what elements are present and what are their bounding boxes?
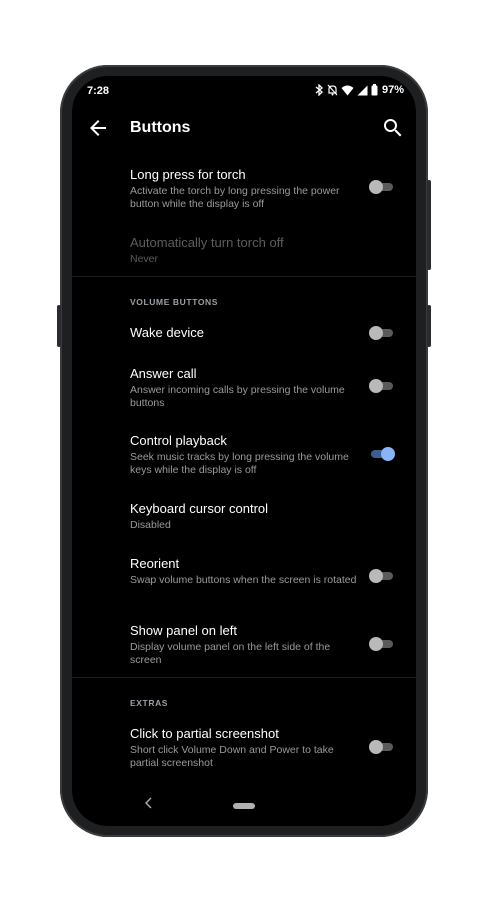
setting-title: Show panel on left bbox=[130, 623, 237, 638]
section-header-extras: EXTRAS bbox=[130, 698, 169, 708]
arrow-back-icon[interactable] bbox=[86, 116, 110, 140]
partial-screenshot-toggle[interactable] bbox=[369, 740, 395, 754]
side-button-left bbox=[57, 305, 61, 347]
setting-control-playback[interactable]: Control playback Seek music tracks by lo… bbox=[130, 433, 400, 477]
screen: 7:28 97% Buttons Long press for torch Ac… bbox=[72, 76, 416, 826]
side-button-right-upper bbox=[427, 180, 431, 270]
app-bar: Buttons bbox=[72, 110, 416, 146]
battery-percent: 97% bbox=[381, 84, 404, 96]
setting-title: Click to partial screenshot bbox=[130, 726, 279, 741]
panel-left-toggle[interactable] bbox=[369, 637, 395, 651]
setting-title: Keyboard cursor control bbox=[130, 501, 269, 516]
setting-title: Long press for torch bbox=[130, 167, 246, 182]
status-icons: 97% bbox=[314, 84, 404, 96]
setting-title: Automatically turn torch off bbox=[130, 235, 284, 250]
battery-icon bbox=[371, 84, 378, 96]
nav-back-icon[interactable] bbox=[142, 796, 156, 810]
section-header-volume-buttons: VOLUME BUTTONS bbox=[130, 297, 219, 307]
switch-thumb bbox=[369, 740, 383, 754]
divider bbox=[72, 276, 416, 277]
setting-summary: Seek music tracks by long pressing the v… bbox=[130, 451, 349, 476]
navigation-bar bbox=[72, 786, 416, 826]
search-icon[interactable] bbox=[381, 116, 405, 140]
setting-summary: Answer incoming calls by pressing the vo… bbox=[130, 384, 345, 409]
setting-auto-torch-off: Automatically turn torch off Never bbox=[130, 235, 400, 266]
switch-thumb bbox=[369, 637, 383, 651]
setting-reorient[interactable]: Reorient Swap volume buttons when the sc… bbox=[130, 556, 400, 587]
wake-device-toggle[interactable] bbox=[369, 326, 395, 340]
page-title: Buttons bbox=[130, 119, 191, 136]
torch-toggle[interactable] bbox=[369, 180, 395, 194]
setting-keyboard-cursor-control[interactable]: Keyboard cursor control Disabled bbox=[130, 501, 400, 532]
status-time: 7:28 bbox=[87, 85, 110, 97]
setting-wake-device[interactable]: Wake device bbox=[130, 325, 400, 341]
setting-summary: Short click Volume Down and Power to tak… bbox=[130, 744, 334, 769]
signal-icon bbox=[357, 85, 368, 95]
mute-icon bbox=[327, 84, 338, 96]
home-pill-icon[interactable] bbox=[233, 803, 255, 809]
setting-summary: Swap volume buttons when the screen is r… bbox=[130, 574, 357, 586]
switch-thumb bbox=[369, 569, 383, 583]
setting-partial-screenshot[interactable]: Click to partial screenshot Short click … bbox=[130, 726, 400, 770]
setting-summary: Disabled bbox=[130, 519, 171, 531]
switch-thumb bbox=[369, 326, 383, 340]
setting-answer-call[interactable]: Answer call Answer incoming calls by pre… bbox=[130, 366, 400, 410]
setting-summary: Activate the torch by long pressing the … bbox=[130, 185, 340, 210]
setting-title: Control playback bbox=[130, 433, 227, 448]
setting-summary: Never bbox=[130, 253, 159, 265]
switch-thumb bbox=[369, 180, 383, 194]
reorient-toggle[interactable] bbox=[369, 569, 395, 583]
setting-title: Reorient bbox=[130, 556, 180, 571]
divider bbox=[72, 677, 416, 678]
switch-thumb bbox=[369, 379, 383, 393]
answer-call-toggle[interactable] bbox=[369, 379, 395, 393]
setting-title: Answer call bbox=[130, 366, 197, 381]
setting-long-press-torch[interactable]: Long press for torch Activate the torch … bbox=[130, 167, 400, 211]
setting-summary: Display volume panel on the left side of… bbox=[130, 641, 331, 666]
setting-show-panel-left[interactable]: Show panel on left Display volume panel … bbox=[130, 623, 400, 667]
control-playback-toggle[interactable] bbox=[369, 447, 395, 461]
wifi-icon bbox=[341, 85, 354, 95]
switch-thumb bbox=[381, 447, 395, 461]
side-button-right-lower bbox=[427, 305, 431, 347]
status-bar: 7:28 97% bbox=[72, 76, 416, 106]
bluetooth-icon bbox=[315, 84, 323, 96]
setting-title: Wake device bbox=[130, 325, 204, 340]
